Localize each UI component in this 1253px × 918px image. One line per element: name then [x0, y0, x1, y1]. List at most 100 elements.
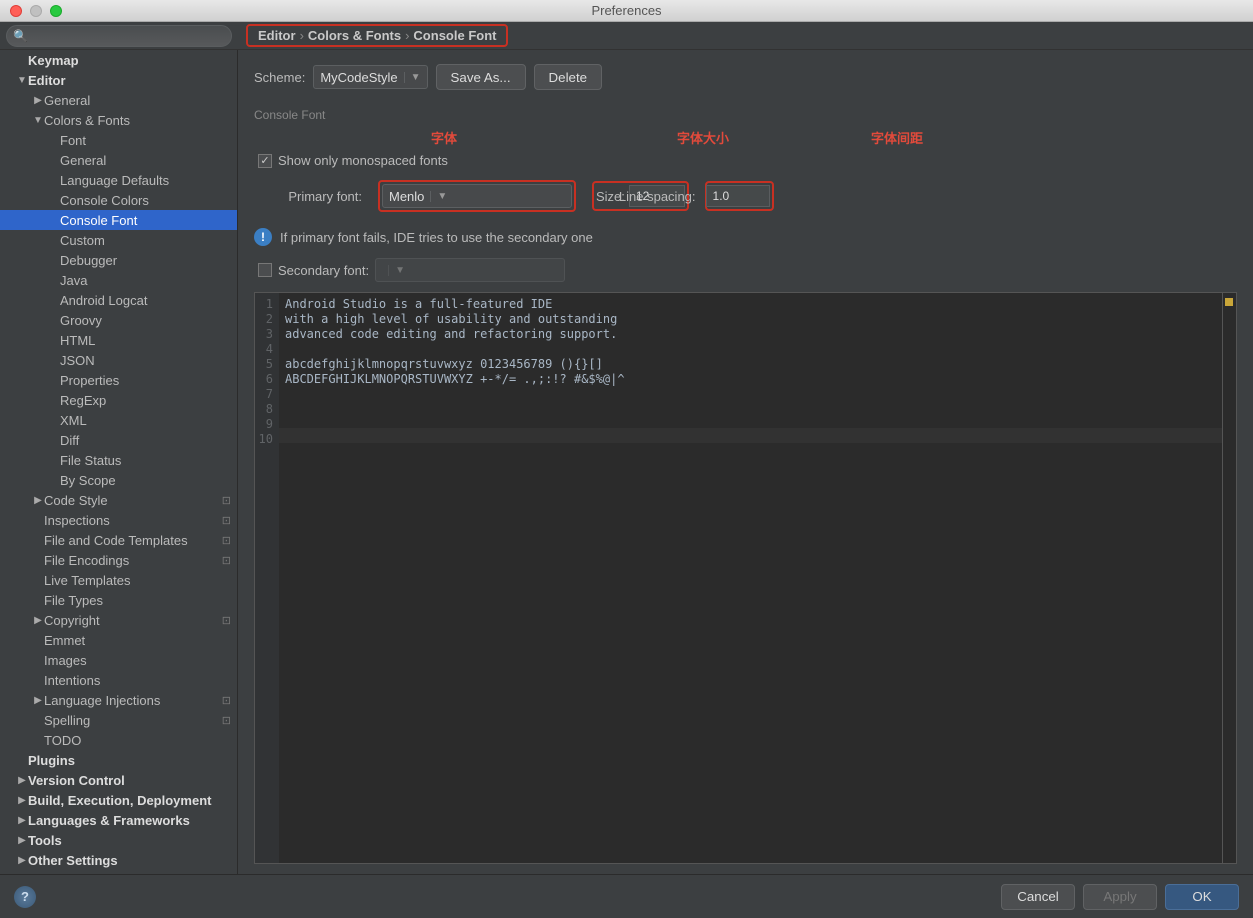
- chevron-right-icon: ▶: [32, 615, 44, 626]
- gutter-line: 2: [255, 312, 273, 327]
- tree-item-file-encodings[interactable]: ▶File Encodings⊡: [0, 550, 237, 570]
- breadcrumb-highlight: Editor › Colors & Fonts › Console Font: [246, 24, 508, 47]
- tree-item-build-execution-deployment[interactable]: ▶Build, Execution, Deployment: [0, 790, 237, 810]
- scheme-row: Scheme: MyCodeStyle ▼ Save As... Delete: [254, 64, 1237, 90]
- tree-label: Languages & Frameworks: [28, 813, 231, 828]
- tree-label: Live Templates: [44, 573, 231, 588]
- tree-label: Console Colors: [60, 193, 231, 208]
- tree-label: Debugger: [60, 253, 231, 268]
- delete-button[interactable]: Delete: [534, 64, 603, 90]
- tree-item-diff[interactable]: ▶Diff: [0, 430, 237, 450]
- tree-item-version-control[interactable]: ▶Version Control: [0, 770, 237, 790]
- tree-label: Inspections: [44, 513, 222, 528]
- chevron-right-icon: ▶: [16, 795, 28, 806]
- tree-item-code-style[interactable]: ▶Code Style⊡: [0, 490, 237, 510]
- tree-item-inspections[interactable]: ▶Inspections⊡: [0, 510, 237, 530]
- tree-item-tools[interactable]: ▶Tools: [0, 830, 237, 850]
- settings-tree[interactable]: ▶Keymap▼Editor▶General▼Colors & Fonts▶Fo…: [0, 50, 238, 874]
- tree-label: Diff: [60, 433, 231, 448]
- bottom-bar: ? Cancel Apply OK: [0, 874, 1253, 918]
- cancel-button[interactable]: Cancel: [1001, 884, 1075, 910]
- tree-item-todo[interactable]: ▶TODO: [0, 730, 237, 750]
- tree-item-language-injections[interactable]: ▶Language Injections⊡: [0, 690, 237, 710]
- tree-item-editor[interactable]: ▼Editor: [0, 70, 237, 90]
- tree-item-colors-fonts[interactable]: ▼Colors & Fonts: [0, 110, 237, 130]
- breadcrumb-console-font[interactable]: Console Font: [413, 28, 496, 43]
- tree-item-file-status[interactable]: ▶File Status: [0, 450, 237, 470]
- tree-item-xml[interactable]: ▶XML: [0, 410, 237, 430]
- tree-item-general[interactable]: ▶General: [0, 90, 237, 110]
- tree-item-custom[interactable]: ▶Custom: [0, 230, 237, 250]
- tree-item-plugins[interactable]: ▶Plugins: [0, 750, 237, 770]
- tree-label: Font: [60, 133, 231, 148]
- primary-font-row: Primary font: Menlo ▼ Size: Line spacing…: [274, 180, 1237, 212]
- tree-item-spelling[interactable]: ▶Spelling⊡: [0, 710, 237, 730]
- save-as-button[interactable]: Save As...: [436, 64, 526, 90]
- tree-label: Groovy: [60, 313, 231, 328]
- project-scope-icon: ⊡: [222, 494, 231, 507]
- tree-item-debugger[interactable]: ▶Debugger: [0, 250, 237, 270]
- secondary-font-dropdown[interactable]: ▼: [375, 258, 565, 282]
- code-line: with a high level of usability and outst…: [285, 312, 1222, 327]
- tree-item-console-font[interactable]: ▶Console Font: [0, 210, 237, 230]
- tree-item-other-settings[interactable]: ▶Other Settings: [0, 850, 237, 870]
- ok-button[interactable]: OK: [1165, 884, 1239, 910]
- gutter-line: 1: [255, 297, 273, 312]
- secondary-checkbox[interactable]: [258, 263, 272, 277]
- tree-item-intentions[interactable]: ▶Intentions: [0, 670, 237, 690]
- breadcrumb-colors-fonts[interactable]: Colors & Fonts: [308, 28, 401, 43]
- tree-item-font[interactable]: ▶Font: [0, 130, 237, 150]
- tree-label: Editor: [28, 73, 231, 88]
- main: ▶Keymap▼Editor▶General▼Colors & Fonts▶Fo…: [0, 50, 1253, 874]
- monospaced-checkbox[interactable]: [258, 154, 272, 168]
- scheme-value: MyCodeStyle: [320, 70, 397, 85]
- breadcrumb: Editor › Colors & Fonts › Console Font: [238, 24, 1253, 47]
- spacing-input[interactable]: [706, 185, 770, 207]
- tree-item-keymap[interactable]: ▶Keymap: [0, 50, 237, 70]
- tree-item-file-types[interactable]: ▶File Types: [0, 590, 237, 610]
- tree-item-live-templates[interactable]: ▶Live Templates: [0, 570, 237, 590]
- primary-font-dropdown[interactable]: Menlo ▼: [382, 184, 572, 208]
- chevron-right-icon: ▶: [16, 835, 28, 846]
- spacing-highlight: Line spacing:: [705, 181, 774, 211]
- project-scope-icon: ⊡: [222, 694, 231, 707]
- code-preview[interactable]: 12345678910 Android Studio is a full-fea…: [254, 292, 1237, 864]
- annot-spacing: 字体间距: [871, 128, 923, 147]
- tree-item-general[interactable]: ▶General: [0, 150, 237, 170]
- tree-item-language-defaults[interactable]: ▶Language Defaults: [0, 170, 237, 190]
- chevron-down-icon: ▼: [388, 265, 405, 276]
- tree-item-file-and-code-templates[interactable]: ▶File and Code Templates⊡: [0, 530, 237, 550]
- chevron-right-icon: ▶: [32, 695, 44, 706]
- tree-label: Language Defaults: [60, 173, 231, 188]
- primary-font-highlight: Menlo ▼: [378, 180, 576, 212]
- chevron-right-icon: ▶: [16, 855, 28, 866]
- code-line: [285, 402, 1222, 417]
- tree-item-copyright[interactable]: ▶Copyright⊡: [0, 610, 237, 630]
- tree-item-languages-frameworks[interactable]: ▶Languages & Frameworks: [0, 810, 237, 830]
- tree-label: Console Font: [60, 213, 231, 228]
- tree-item-properties[interactable]: ▶Properties: [0, 370, 237, 390]
- apply-button[interactable]: Apply: [1083, 884, 1157, 910]
- breadcrumb-editor[interactable]: Editor: [258, 28, 296, 43]
- gutter-line: 4: [255, 342, 273, 357]
- tree-item-java[interactable]: ▶Java: [0, 270, 237, 290]
- code-line: [285, 342, 1222, 357]
- tree-item-html[interactable]: ▶HTML: [0, 330, 237, 350]
- tree-label: File and Code Templates: [44, 533, 222, 548]
- tree-item-console-colors[interactable]: ▶Console Colors: [0, 190, 237, 210]
- tree-item-json[interactable]: ▶JSON: [0, 350, 237, 370]
- help-icon[interactable]: ?: [14, 886, 36, 908]
- tree-item-by-scope[interactable]: ▶By Scope: [0, 470, 237, 490]
- tree-item-regexp[interactable]: ▶RegExp: [0, 390, 237, 410]
- tree-item-android-logcat[interactable]: ▶Android Logcat: [0, 290, 237, 310]
- tree-item-groovy[interactable]: ▶Groovy: [0, 310, 237, 330]
- warning-marker-icon: [1225, 298, 1233, 306]
- scheme-dropdown[interactable]: MyCodeStyle ▼: [313, 65, 427, 89]
- code-body: Android Studio is a full-featured IDEwit…: [279, 293, 1222, 863]
- chevron-down-icon: ▼: [16, 75, 28, 86]
- chevron-down-icon: ▼: [404, 72, 421, 83]
- tree-label: Code Style: [44, 493, 222, 508]
- tree-item-images[interactable]: ▶Images: [0, 650, 237, 670]
- search-input[interactable]: [6, 25, 232, 47]
- tree-item-emmet[interactable]: ▶Emmet: [0, 630, 237, 650]
